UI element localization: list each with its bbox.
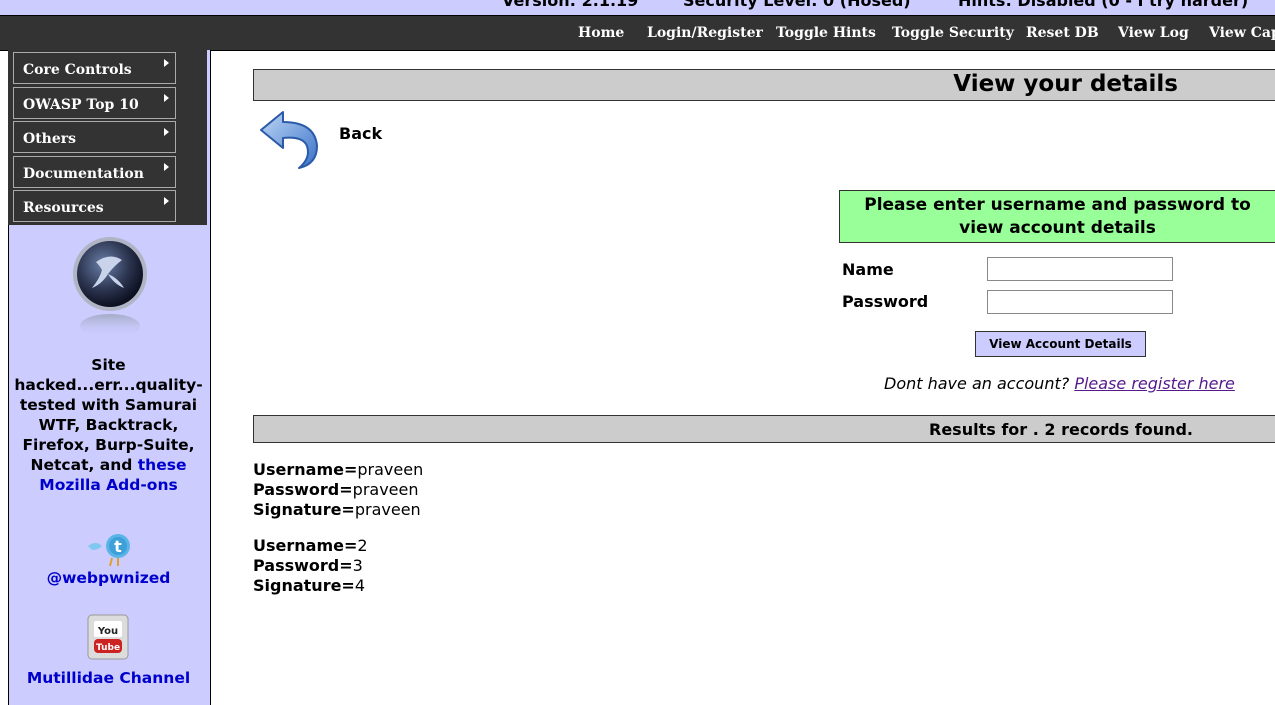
- record-password: Password=praveen: [253, 480, 423, 500]
- twitter-bird-icon: t: [88, 534, 130, 567]
- nav-reset-db[interactable]: Reset DB: [1026, 25, 1099, 41]
- nav-home[interactable]: Home: [578, 25, 624, 41]
- name-label: Name: [842, 260, 894, 279]
- record-signature: Signature=praveen: [253, 500, 423, 520]
- field-value: 3: [352, 556, 363, 575]
- page-title-bar: View your details: [253, 69, 1275, 101]
- menu-arrow-icon: [164, 94, 169, 102]
- menu-label: Documentation: [23, 166, 144, 182]
- register-line: Dont have an account? Please register he…: [884, 374, 1235, 393]
- password-label: Password: [842, 292, 929, 311]
- record-signature: Signature=4: [253, 576, 368, 596]
- results-bar: Results for . 2 records found.: [253, 415, 1275, 443]
- back-arrow-icon[interactable]: [257, 108, 323, 170]
- svg-text:t: t: [114, 537, 122, 556]
- field-value: 2: [357, 536, 368, 555]
- view-account-details-button[interactable]: View Account Details: [975, 331, 1146, 357]
- record-1: Username=praveen Password=praveen Signat…: [253, 460, 423, 520]
- field-key: Username=: [253, 460, 358, 479]
- record-password: Password=3: [253, 556, 368, 576]
- menu-label: Core Controls: [23, 62, 132, 78]
- top-nav: Home Login/Register Toggle Hints Toggle …: [0, 15, 1275, 51]
- menu-documentation[interactable]: Documentation: [13, 156, 176, 188]
- field-key: Password=: [253, 480, 353, 499]
- version-text: Version: 2.1.19: [502, 0, 639, 10]
- menu-arrow-icon: [164, 163, 169, 171]
- field-key: Signature=: [253, 576, 355, 595]
- owasp-logo-icon: [73, 237, 147, 338]
- field-value: praveen: [354, 500, 421, 519]
- twitter-link[interactable]: @webpwnized: [9, 569, 208, 587]
- menu-label: Resources: [23, 200, 104, 216]
- page-title: View your details: [953, 71, 1178, 97]
- menu-label: OWASP Top 10: [23, 97, 139, 113]
- menu-label: Others: [23, 131, 77, 147]
- youtube-channel-link[interactable]: Mutillidae Channel: [9, 668, 208, 688]
- menu-arrow-icon: [164, 197, 169, 205]
- tested-with-text: Site hacked...err...quality-tested with …: [9, 355, 208, 495]
- menu-others[interactable]: Others: [13, 121, 176, 153]
- menu-resources[interactable]: Resources: [13, 190, 176, 222]
- field-value: 4: [354, 576, 366, 595]
- status-bar: Version: 2.1.19 Security Level: 0 (Hosed…: [0, 0, 1275, 15]
- nav-toggle-security[interactable]: Toggle Security: [892, 25, 1014, 41]
- field-value: praveen: [352, 480, 419, 499]
- password-input[interactable]: [987, 290, 1173, 314]
- name-input[interactable]: [987, 257, 1173, 281]
- record-username: Username=praveen: [253, 460, 423, 480]
- menu-core-controls[interactable]: Core Controls: [13, 52, 176, 84]
- menu-owasp-top-10[interactable]: OWASP Top 10: [13, 87, 176, 119]
- menu-arrow-icon: [164, 128, 169, 136]
- record-2: Username=2 Password=3 Signature=4: [253, 536, 368, 596]
- menu-arrow-icon: [164, 59, 169, 67]
- field-key: Password=: [253, 556, 353, 575]
- record-username: Username=2: [253, 536, 368, 556]
- register-prefix: Dont have an account?: [884, 374, 1075, 393]
- results-text: Results for . 2 records found.: [929, 420, 1193, 439]
- form-header: Please enter username and password to vi…: [839, 190, 1275, 243]
- svg-text:Tube: Tube: [96, 643, 120, 653]
- register-link[interactable]: Please register here: [1074, 374, 1235, 393]
- nav-view-captured[interactable]: View Capt: [1209, 25, 1275, 41]
- back-link[interactable]: Back: [339, 124, 382, 143]
- field-value: praveen: [357, 460, 424, 479]
- field-key: Signature=: [253, 500, 355, 519]
- youtube-icon: You Tube: [87, 614, 129, 660]
- svg-text:You: You: [97, 626, 118, 637]
- field-key: Username=: [253, 536, 358, 555]
- nav-login-register[interactable]: Login/Register: [647, 25, 763, 41]
- hints-text: Hints: Disabled (0 - I try harder): [958, 0, 1249, 10]
- nav-view-log[interactable]: View Log: [1118, 25, 1189, 41]
- nav-toggle-hints[interactable]: Toggle Hints: [776, 25, 876, 41]
- security-level-text: Security Level: 0 (Hosed): [683, 0, 911, 10]
